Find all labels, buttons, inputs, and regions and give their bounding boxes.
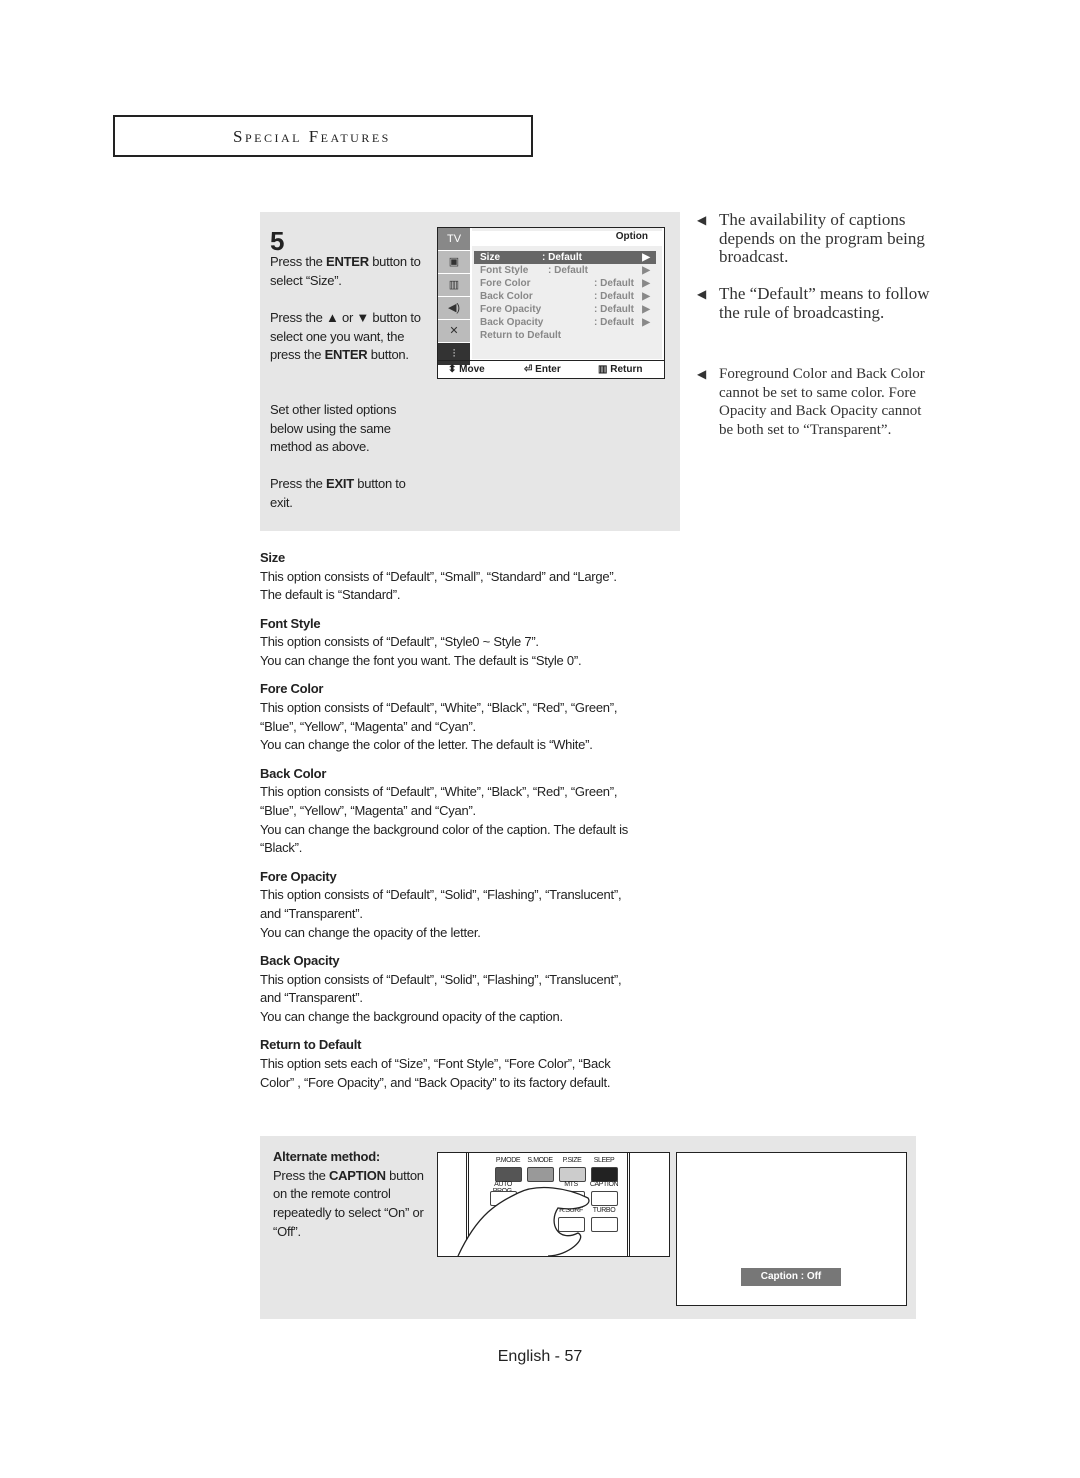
section-heading: Font Style: [260, 615, 321, 631]
note-2: ◀ The “Default” means to follow the rule …: [697, 284, 930, 322]
section-line: and “Transparent”.: [260, 905, 363, 921]
option-section: Font Style This option consists of “Defau…: [260, 615, 680, 671]
option-section: Back Color This option consists of “Defau…: [260, 765, 680, 859]
option-section: Back Opacity This option consists of “Def…: [260, 952, 680, 1027]
section-line: This option sets each of “Size”, “Font S…: [260, 1055, 611, 1071]
arrow-right-icon: ▶: [642, 291, 650, 302]
osd-footer: ⬍ Move ⏎ Enter ▥ Return: [438, 360, 664, 379]
section-line: “Black”.: [260, 840, 303, 856]
hand-pointer-icon: [438, 1153, 618, 1261]
osd-row-label: Fore Color: [480, 278, 531, 289]
osd-row[interactable]: Back Opacity : Default ▶: [480, 316, 656, 329]
section-line: This option consists of “Default”, “Styl…: [260, 634, 539, 650]
bullet-arrow-icon: ◀: [697, 287, 707, 301]
return-icon: ▥: [598, 364, 608, 375]
osd-row[interactable]: Font Style : Default ▶: [480, 264, 656, 277]
osd-tv-label: TV: [438, 228, 470, 251]
section-heading: Fore Opacity: [260, 868, 337, 884]
picture-icon: ▥: [438, 274, 470, 297]
osd-row-label: Size: [480, 252, 501, 263]
section-heading: Fore Color: [260, 681, 324, 697]
section-line: “Blue”, “Yellow”, “Magenta” and “Cyan”.: [260, 802, 476, 818]
section-line: You can change the font you want. The de…: [260, 653, 582, 668]
move-hint: ⬍ Move: [448, 364, 485, 375]
osd-row-value: : Default: [594, 278, 634, 289]
section-line: This option consists of “Default”, “Soli…: [260, 887, 622, 903]
section-title: Special Features: [233, 127, 391, 146]
arrow-right-icon: ▶: [642, 265, 650, 276]
arrow-right-icon: ▶: [642, 252, 650, 263]
osd-row-label: Fore Opacity: [480, 304, 542, 315]
osd-row-value: : Default: [594, 304, 634, 315]
bullet-arrow-icon: ◀: [697, 213, 707, 227]
osd-row[interactable]: Fore Color : Default ▶: [480, 277, 656, 290]
osd-row[interactable]: Fore Opacity : Default ▶: [480, 303, 656, 316]
option-section: Return to Default This option sets each o…: [260, 1036, 680, 1092]
section-line: You can change the background opacity of…: [260, 1008, 563, 1024]
osd-row-label: Return to Default: [480, 330, 562, 341]
caption-osd: Caption : Off: [741, 1268, 841, 1286]
option-section: Fore Opacity This option consists of “Def…: [260, 868, 680, 943]
page-number: English - 57: [497, 1348, 583, 1365]
osd-row-value: : Default: [594, 317, 634, 328]
arrow-right-icon: ▶: [642, 317, 650, 328]
osd-row-value: : Default: [594, 291, 634, 302]
option-section: Fore Color This option consists of “Defau…: [260, 680, 680, 755]
note-3: ◀ Foreground Color and Back Color cannot …: [697, 366, 925, 439]
section-heading: Back Opacity: [260, 952, 340, 968]
section-line: and “Transparent”.: [260, 990, 363, 1006]
section-heading: Return to Default: [260, 1037, 362, 1053]
section-line: Color” , “Fore Opacity”, and “Back Opaci…: [260, 1074, 611, 1090]
input-icon: ▣: [438, 251, 470, 274]
section-line: You can change the opacity of the letter…: [260, 924, 481, 940]
manual-page: Special Features 5 Press the ENTER butto…: [0, 0, 1080, 1478]
section-heading: Back Color: [260, 765, 327, 781]
osd-list: Option Size : Default ▶ Font Style : Default…: [472, 228, 662, 359]
channel-icon: ✕: [438, 320, 470, 343]
osd-row-label: Back Color: [480, 291, 533, 302]
section-header: Special Features: [113, 115, 533, 157]
enter-hint: ⏎ Enter: [524, 364, 561, 375]
section-line: You can change the background color of t…: [260, 821, 628, 837]
osd-title: Option: [472, 231, 662, 246]
osd-row[interactable]: Size : Default ▶: [474, 251, 656, 264]
step-instruction-2: Press the ▲ or ▼ button to select one yo…: [270, 310, 421, 363]
return-hint: ▥ Return: [598, 364, 643, 375]
updown-icon: ⬍: [448, 364, 457, 375]
enter-icon: ⏎: [524, 364, 533, 375]
tv-screen-illustration: Caption : Off: [676, 1152, 907, 1306]
section-heading: Size: [260, 550, 286, 565]
osd-row-label: Back Opacity: [480, 317, 544, 328]
remote-illustration: P.MODES.MODEP.SIZESLEEPAUTO PROG.MTSCAPT…: [437, 1152, 670, 1257]
step-instruction-1: Press the ENTER button to select “Size”.: [270, 254, 421, 288]
arrow-right-icon: ▶: [642, 304, 650, 315]
osd-row-value: : Default: [548, 265, 588, 276]
section-line: This option consists of “Default”, “Soli…: [260, 971, 622, 987]
osd-option-menu: TV ▣ ▥ ◀) ✕ ⫶ Option Size: Default ▶ Font …: [437, 227, 665, 379]
section-line: This option consists of “Default”, “Smal…: [260, 568, 617, 584]
section-line: “Blue”, “Yellow”, “Magenta” and “Cyan”.: [260, 718, 476, 734]
section-line: The default is “Standard”.: [260, 587, 401, 603]
osd-sidebar: TV ▣ ▥ ◀) ✕ ⫶: [438, 228, 470, 365]
alternate-method-panel: Alternate method: Press the CAPTION butto…: [260, 1136, 916, 1319]
option-section: Size This option consists of “Default”, “…: [260, 549, 680, 605]
section-line: You can change the color of the letter. …: [260, 737, 593, 753]
osd-row[interactable]: Return to Default: [480, 329, 656, 342]
section-line: This option consists of “Default”, “Whit…: [260, 699, 618, 715]
sound-icon: ◀): [438, 297, 470, 320]
note-1: ◀ The availability of captions depends on…: [697, 210, 925, 267]
bullet-arrow-icon: ◀: [697, 367, 707, 381]
step-instruction-4: Press the EXIT button to exit.: [270, 476, 406, 510]
osd-row-value: : Default: [542, 252, 582, 263]
arrow-right-icon: ▶: [642, 278, 650, 289]
alternate-method: Alternate method: Press the CAPTION butto…: [273, 1149, 424, 1239]
osd-row-label: Font Style: [480, 265, 529, 276]
osd-row[interactable]: Back Color : Default ▶: [480, 290, 656, 303]
section-line: This option consists of “Default”, “Whit…: [260, 784, 618, 800]
step-instruction-3: Set other listed options below using the…: [270, 402, 397, 455]
